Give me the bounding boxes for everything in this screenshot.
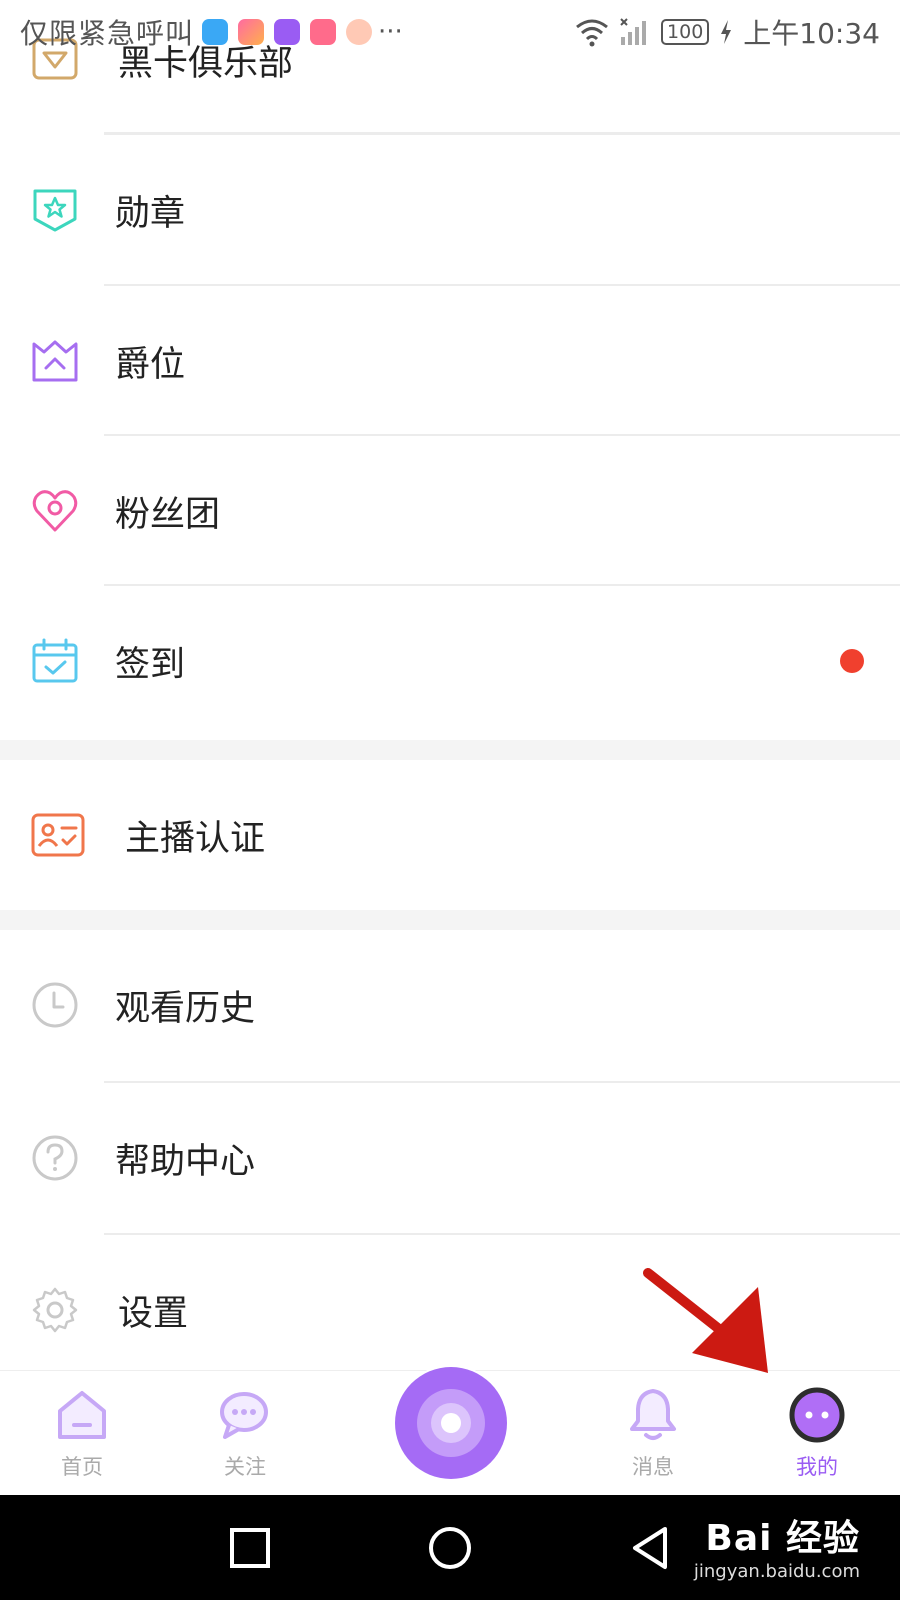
clock-icon: [32, 982, 78, 1028]
star-badge-icon: [33, 189, 77, 232]
menu-item-label: 观看历史: [115, 988, 256, 1029]
menu-item-check-in[interactable]: 签到: [0, 586, 900, 736]
tab-follow[interactable]: 关注: [185, 1371, 305, 1496]
back-triangle-icon[interactable]: [625, 1523, 675, 1573]
tab-home[interactable]: 首页: [22, 1371, 142, 1496]
tab-label: 消息: [632, 1455, 674, 1479]
tab-label: 我的: [796, 1455, 838, 1479]
section-gap: [0, 740, 900, 760]
status-app-icons: [202, 19, 373, 45]
status-carrier-text: 仅限紧急呼叫: [20, 17, 195, 50]
crown-icon: [32, 340, 78, 382]
watermark-url: jingyan.baidu.com: [693, 1561, 860, 1582]
menu-item-label: 勋章: [115, 193, 186, 234]
notification-dot: [840, 649, 864, 673]
shield-app-icon: [202, 19, 229, 45]
menu-item-rank[interactable]: 爵位: [0, 286, 900, 436]
watermark-brand: Bai 经验: [705, 1518, 860, 1559]
bell-icon: [630, 1389, 676, 1440]
calendar-check-icon: [32, 638, 78, 683]
tab-me[interactable]: 我的: [757, 1371, 877, 1496]
heart-icon: [32, 490, 78, 532]
menu-item-label: 帮助中心: [115, 1141, 256, 1182]
signal-icon: [620, 18, 647, 45]
battery-indicator: 100: [661, 19, 710, 45]
purple-app-icon: [274, 19, 301, 45]
menu-item-label: 主播认证: [125, 818, 266, 859]
chat-bubble-icon: [220, 1392, 268, 1439]
menu-item-help-center[interactable]: 帮助中心: [0, 1083, 900, 1233]
tab-label: 首页: [61, 1455, 103, 1479]
baidu-watermark: Bai 经验 jingyan.baidu.com: [694, 1509, 860, 1582]
gear-icon: [32, 1287, 78, 1333]
profile-face-icon: [789, 1387, 845, 1443]
status-indicators: 100 上午10:34: [575, 12, 880, 52]
status-time: 上午10:34: [743, 17, 880, 50]
recent-apps-square-icon[interactable]: [225, 1523, 275, 1573]
home-icon: [58, 1391, 106, 1439]
menu-item-streamer-verification[interactable]: 主播认证: [0, 760, 900, 910]
home-circle-icon[interactable]: [425, 1523, 475, 1573]
pink-app-icon: [310, 19, 337, 45]
system-nav-bar: Bai 经验 jingyan.baidu.com: [0, 1495, 900, 1600]
avatar-app-icon: [346, 19, 373, 45]
video-app-icon: [238, 19, 265, 45]
menu-item-label: 设置: [118, 1293, 189, 1334]
section-gap: [0, 910, 900, 930]
tab-messages[interactable]: 消息: [593, 1371, 713, 1496]
id-card-icon: [31, 813, 85, 857]
menu-item-medals[interactable]: 勋章: [0, 135, 900, 285]
menu-item-label: 粉丝团: [115, 494, 221, 535]
wifi-icon: [576, 19, 608, 47]
help-circle-icon: [32, 1135, 78, 1181]
status-bar: 仅限紧急呼叫 ··· 100 上午10:34: [0, 0, 900, 64]
tab-label: 关注: [224, 1455, 266, 1479]
menu-item-watch-history[interactable]: 观看历史: [0, 930, 900, 1080]
charging-icon: [721, 20, 732, 44]
menu-item-fan-club[interactable]: 粉丝团: [0, 436, 900, 586]
menu-item-label: 签到: [115, 644, 186, 685]
live-disc-button[interactable]: [393, 1365, 509, 1481]
menu-item-label: 爵位: [115, 344, 186, 385]
annotation-arrow-icon: [643, 1268, 768, 1373]
status-more-icon: ···: [378, 17, 403, 47]
